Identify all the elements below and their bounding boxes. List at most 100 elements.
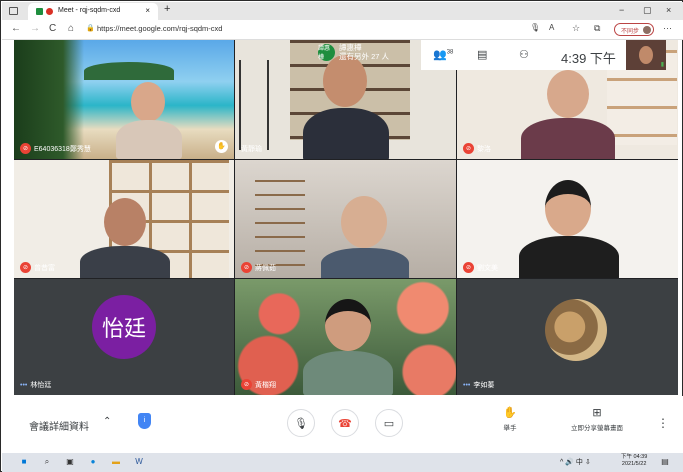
chevron-up-icon[interactable]: ⌃ [103, 416, 111, 427]
participant-body [321, 248, 409, 278]
collections-icon[interactable]: ⧉ [594, 23, 600, 34]
raise-hand-label: 舉手 [503, 425, 517, 432]
tab-close-icon[interactable]: × [145, 6, 150, 15]
tab-actions-icon[interactable] [9, 7, 18, 15]
close-window-button[interactable]: × [666, 5, 671, 15]
participant-label: ⊘ 黎洛 [463, 143, 491, 154]
participant-label: 黃靜瑜 [241, 146, 262, 153]
avatar: 怡廷 [92, 295, 156, 359]
clock-time: 下午 04:39 [621, 454, 648, 460]
windows-taskbar: ■ ⌕ ▣ ● ▬ W ^ 🔊 中 ⇩ 下午 04:39 2021/5/22 ▤ [2, 453, 683, 472]
forward-icon[interactable]: → [30, 23, 40, 34]
island-hill [84, 62, 174, 80]
camera-permission-icon[interactable]: 🎙 [530, 23, 540, 32]
task-view-icon[interactable]: ▣ [65, 457, 75, 467]
url-field[interactable]: https://meet.google.com/rqj-sqdm-cxd [97, 24, 222, 33]
others-count: 還有另外 27 人 [339, 52, 390, 61]
participant-body [303, 108, 389, 159]
activities-icon[interactable]: ⚇ [519, 48, 529, 61]
cat-avatar [545, 299, 607, 361]
address-bar-row: ← → C ⌂ 🔒 https://meet.google.com/rqj-sq… [2, 20, 683, 40]
mic-off-icon: ⊘ [241, 379, 252, 390]
participant-head [341, 196, 387, 248]
host-avatar: 譚惠樺 [318, 43, 335, 61]
participant-head [323, 55, 367, 107]
palm-trees [14, 40, 84, 159]
participant-label: ⊘ 劉文美 [463, 262, 498, 273]
participant-tile-7[interactable]: 怡廷 ••• 林怡廷 [14, 279, 234, 395]
participant-label: ⊘ 黃楷翔 [241, 379, 276, 390]
favorite-icon[interactable]: ☆ [572, 23, 580, 34]
shield-icon[interactable]: i [138, 413, 151, 429]
raise-hand-button[interactable]: ✋ 舉手 [500, 406, 520, 432]
word-icon[interactable]: W [134, 457, 144, 467]
lock-icon: 🔒 [86, 25, 95, 32]
home-icon[interactable]: ⌂ [68, 23, 74, 34]
mic-off-icon: ⊘ [20, 143, 31, 154]
maximize-button[interactable]: ▢ [643, 5, 652, 16]
present-now-label: 立即分享螢幕畫面 [571, 425, 623, 432]
participant-head [104, 198, 146, 246]
presenter-info: 譚惠樺 譚惠樺 還有另外 27 人 [318, 43, 389, 61]
participant-tile-5[interactable]: ⊘ 蔣佩茹 [235, 160, 456, 278]
meeting-clock: 4:39 下午 [561, 51, 616, 66]
taskbar-clock[interactable]: 下午 04:39 2021/5/22 [621, 454, 647, 468]
present-icon: ⊞ [592, 407, 602, 419]
mic-button[interactable]: 🎙 [287, 409, 315, 437]
edge-icon[interactable]: ● [88, 457, 98, 467]
tab-meet[interactable]: Meet - rqj-sqdm-cxd × [28, 3, 158, 20]
self-head [639, 46, 653, 64]
chat-icon[interactable]: ▤ [477, 48, 487, 61]
camera-icon: ▭ [383, 417, 395, 430]
back-icon[interactable]: ← [11, 23, 21, 34]
participant-tile-8[interactable]: ⊘ 黃楷翔 [235, 279, 456, 395]
camera-button[interactable]: ▭ [375, 409, 403, 437]
profile-label: 不同步 [621, 29, 640, 35]
audio-activity-icon: ••• [20, 381, 28, 389]
people-count: 38 [446, 49, 454, 56]
participant-tile-9[interactable]: ••• 李如蓁 [457, 279, 678, 395]
participant-label: ••• 林怡廷 [20, 381, 52, 390]
new-tab-button[interactable]: + [164, 3, 170, 15]
start-icon[interactable]: ■ [19, 457, 29, 467]
browser-window: Meet - rqj-sqdm-cxd × + − ▢ × ← → C ⌂ 🔒 … [0, 0, 683, 472]
participant-body [303, 351, 393, 395]
participant-label: ⊘ 蔣佩茹 [241, 262, 276, 273]
participant-label: ••• 李如蓁 [463, 381, 495, 390]
people-icon[interactable]: 👥38 [433, 48, 453, 61]
participant-body [519, 236, 619, 278]
reload-icon[interactable]: C [49, 23, 56, 34]
participant-head [131, 82, 165, 122]
participant-head [325, 299, 371, 351]
hang-up-button[interactable]: ☎ [331, 409, 359, 437]
pin-icon[interactable]: ✋ [215, 140, 228, 153]
present-now-button[interactable]: ⊞ 立即分享螢幕畫面 [562, 406, 632, 432]
system-tray[interactable]: ^ 🔊 中 ⇩ [560, 457, 591, 467]
participant-body [521, 118, 615, 159]
mic-off-icon: ⊘ [463, 143, 474, 154]
participant-head [547, 70, 589, 118]
self-view-thumbnail[interactable]: ▮ [626, 40, 666, 70]
controls-bar: 會議詳細資料 ⌃ i 🎙 ☎ ▭ ✋ 舉手 ⊞ 立即分享螢幕畫面 ⋮ [2, 396, 683, 453]
audio-level-icon: ▮ [660, 62, 664, 68]
mic-off-icon: ⊘ [463, 262, 474, 273]
minimize-button[interactable]: − [619, 5, 624, 15]
participant-tile-4[interactable]: ⊘ 曾昔富 [14, 160, 234, 278]
host-text: 譚惠樺 還有另外 27 人 [339, 43, 389, 61]
settings-menu-button[interactable]: ··· [663, 23, 672, 33]
profile-button[interactable]: 不同步 [614, 23, 654, 36]
recording-icon [46, 8, 53, 15]
lamp-stand [239, 60, 269, 150]
read-aloud-icon[interactable]: A [549, 23, 554, 32]
meeting-details-button[interactable]: 會議詳細資料 [29, 418, 89, 433]
more-options-button[interactable]: ⋮ [657, 416, 669, 430]
participant-body [116, 120, 182, 159]
notifications-icon[interactable]: ▤ [660, 457, 670, 467]
participant-tile-1[interactable]: ⊘ E64036318鄭秀慧 ✋ [14, 40, 234, 159]
search-icon[interactable]: ⌕ [42, 457, 52, 467]
file-explorer-icon[interactable]: ▬ [111, 457, 121, 467]
audio-activity-icon: ••• [463, 381, 471, 389]
participant-tile-6[interactable]: ⊘ 劉文美 [457, 160, 678, 278]
meeting-toolbar-top: 👥38 ▤ ⚇ 4:39 下午 [421, 40, 626, 70]
mic-off-icon: ⊘ [20, 262, 31, 273]
